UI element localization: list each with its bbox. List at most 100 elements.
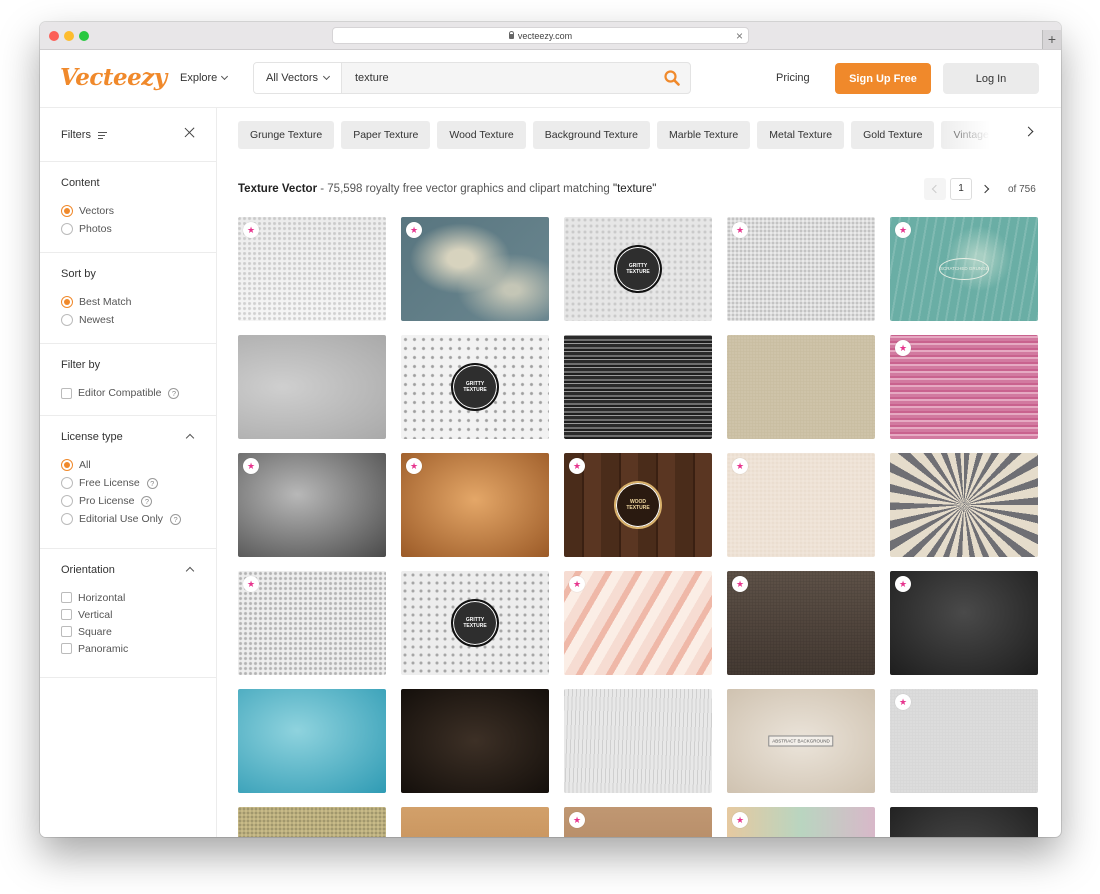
radio-editorial-use[interactable] — [61, 513, 73, 525]
search-icon[interactable] — [664, 70, 680, 86]
checkbox-square[interactable] — [61, 626, 72, 637]
content-section-title: Content — [61, 177, 100, 189]
result-thumbnail[interactable] — [890, 335, 1038, 439]
result-thumbnail[interactable] — [238, 571, 386, 675]
search-chip[interactable]: Metal Texture — [757, 121, 845, 149]
sort-option-best-match[interactable]: Best Match — [61, 293, 216, 311]
radio-newest[interactable] — [61, 314, 73, 326]
result-thumbnail[interactable] — [238, 335, 386, 439]
pro-badge-icon — [732, 576, 748, 592]
result-thumbnail[interactable] — [401, 217, 549, 321]
license-option-label: Editorial Use Only — [79, 513, 164, 525]
result-thumbnail[interactable] — [727, 217, 875, 321]
radio-photos[interactable] — [61, 223, 73, 235]
content-option-photos[interactable]: Photos — [61, 220, 216, 238]
thumbnail-seal-label: WOOD TEXTURE — [614, 481, 662, 529]
site-header: Vecteezy Explore All Vectors Pricing Sig… — [40, 50, 1061, 108]
result-thumbnail[interactable]: GRITTY TEXTURE — [401, 335, 549, 439]
result-thumbnail[interactable] — [238, 689, 386, 793]
result-thumbnail[interactable] — [890, 689, 1038, 793]
result-thumbnail[interactable]: WOOD TEXTURE — [564, 453, 712, 557]
zoom-window-button[interactable] — [79, 31, 89, 41]
result-thumbnail[interactable] — [401, 453, 549, 557]
result-thumbnail[interactable] — [401, 807, 549, 837]
radio-free-license[interactable] — [61, 477, 73, 489]
license-option-pro[interactable]: Pro License ? — [61, 492, 216, 510]
search-chip[interactable]: Gold Texture — [851, 121, 935, 149]
result-thumbnail[interactable]: GRITTY TEXTURE — [401, 571, 549, 675]
pagination: 1 of 756 — [924, 178, 1036, 200]
result-thumbnail[interactable] — [238, 217, 386, 321]
help-icon[interactable]: ? — [168, 387, 180, 399]
thumbnail-label: ABSTRACT BACKGROUND — [768, 735, 834, 747]
pro-badge-icon — [569, 812, 585, 828]
search-chip[interactable]: Background Texture — [532, 121, 650, 149]
radio-best-match[interactable] — [61, 296, 73, 308]
log-in-button[interactable]: Log In — [943, 63, 1039, 94]
sort-option-newest[interactable]: Newest — [61, 311, 216, 329]
license-option-free[interactable]: Free License ? — [61, 474, 216, 492]
result-thumbnail[interactable] — [890, 807, 1038, 837]
page-number-input[interactable]: 1 — [950, 178, 972, 200]
chevron-right-icon[interactable] — [1023, 126, 1034, 137]
checkbox-panoramic[interactable] — [61, 643, 72, 654]
result-thumbnail[interactable] — [890, 571, 1038, 675]
orientation-option-vertical[interactable]: Vertical — [61, 606, 216, 623]
new-tab-button[interactable]: + — [1042, 30, 1061, 49]
result-thumbnail[interactable] — [238, 453, 386, 557]
orientation-section: Orientation Horizontal Vertical Square P… — [40, 549, 216, 678]
pricing-link[interactable]: Pricing — [776, 72, 810, 84]
orientation-option-horizontal[interactable]: Horizontal — [61, 589, 216, 606]
radio-all[interactable] — [61, 459, 73, 471]
minimize-window-button[interactable] — [64, 31, 74, 41]
license-option-label: Free License — [79, 477, 140, 489]
result-thumbnail[interactable] — [727, 807, 875, 837]
search-chip[interactable]: Grunge Texture — [238, 121, 335, 149]
prev-page-button[interactable] — [924, 178, 946, 200]
radio-vectors[interactable] — [61, 205, 73, 217]
search-chip[interactable]: Paper Texture — [341, 121, 431, 149]
checkbox-horizontal[interactable] — [61, 592, 72, 603]
sort-option-label: Best Match — [79, 296, 132, 308]
close-filters-icon[interactable] — [184, 127, 196, 139]
close-icon[interactable]: × — [736, 29, 743, 43]
close-window-button[interactable] — [49, 31, 59, 41]
result-thumbnail[interactable] — [727, 335, 875, 439]
result-thumbnail[interactable] — [727, 571, 875, 675]
explore-label: Explore — [180, 72, 218, 84]
radio-pro-license[interactable] — [61, 495, 73, 507]
result-thumbnail[interactable] — [564, 335, 712, 439]
license-option-editorial[interactable]: Editorial Use Only ? — [61, 510, 216, 528]
next-page-button[interactable] — [976, 178, 998, 200]
content-option-vectors[interactable]: Vectors — [61, 202, 216, 220]
result-thumbnail[interactable] — [238, 807, 386, 837]
help-icon[interactable]: ? — [170, 513, 182, 525]
search-input[interactable] — [343, 63, 653, 93]
result-thumbnail[interactable] — [727, 453, 875, 557]
help-icon[interactable]: ? — [141, 495, 153, 507]
search-chip[interactable]: Wood Texture — [437, 121, 526, 149]
explore-menu[interactable]: Explore — [180, 72, 229, 84]
search-chip[interactable]: Marble Texture — [656, 121, 751, 149]
vecteezy-logo[interactable]: Vecteezy — [60, 64, 167, 91]
checkbox-editor-compatible[interactable] — [61, 387, 72, 399]
result-thumbnail[interactable] — [564, 689, 712, 793]
filter-option-editor-compatible[interactable]: Editor Compatible ? — [61, 384, 216, 402]
help-icon[interactable]: ? — [146, 477, 158, 489]
result-thumbnail[interactable] — [401, 689, 549, 793]
result-thumbnail[interactable]: GRITTY TEXTURE — [564, 217, 712, 321]
filters-label: Filters — [61, 129, 91, 141]
result-thumbnail[interactable] — [564, 807, 712, 837]
search-category-select[interactable]: All Vectors — [254, 63, 342, 93]
license-option-all[interactable]: All — [61, 456, 216, 474]
result-thumbnail[interactable]: ABSTRACT BACKGROUND — [727, 689, 875, 793]
orientation-option-panoramic[interactable]: Panoramic — [61, 640, 216, 657]
result-thumbnail[interactable]: SCRATCHED GRUNGE — [890, 217, 1038, 321]
orientation-option-square[interactable]: Square — [61, 623, 216, 640]
sign-up-button[interactable]: Sign Up Free — [835, 63, 931, 94]
checkbox-vertical[interactable] — [61, 609, 72, 620]
result-thumbnail[interactable] — [564, 571, 712, 675]
result-thumbnail[interactable] — [890, 453, 1038, 557]
address-bar[interactable]: vecteezy.com × — [332, 27, 749, 44]
pro-badge-icon — [569, 576, 585, 592]
